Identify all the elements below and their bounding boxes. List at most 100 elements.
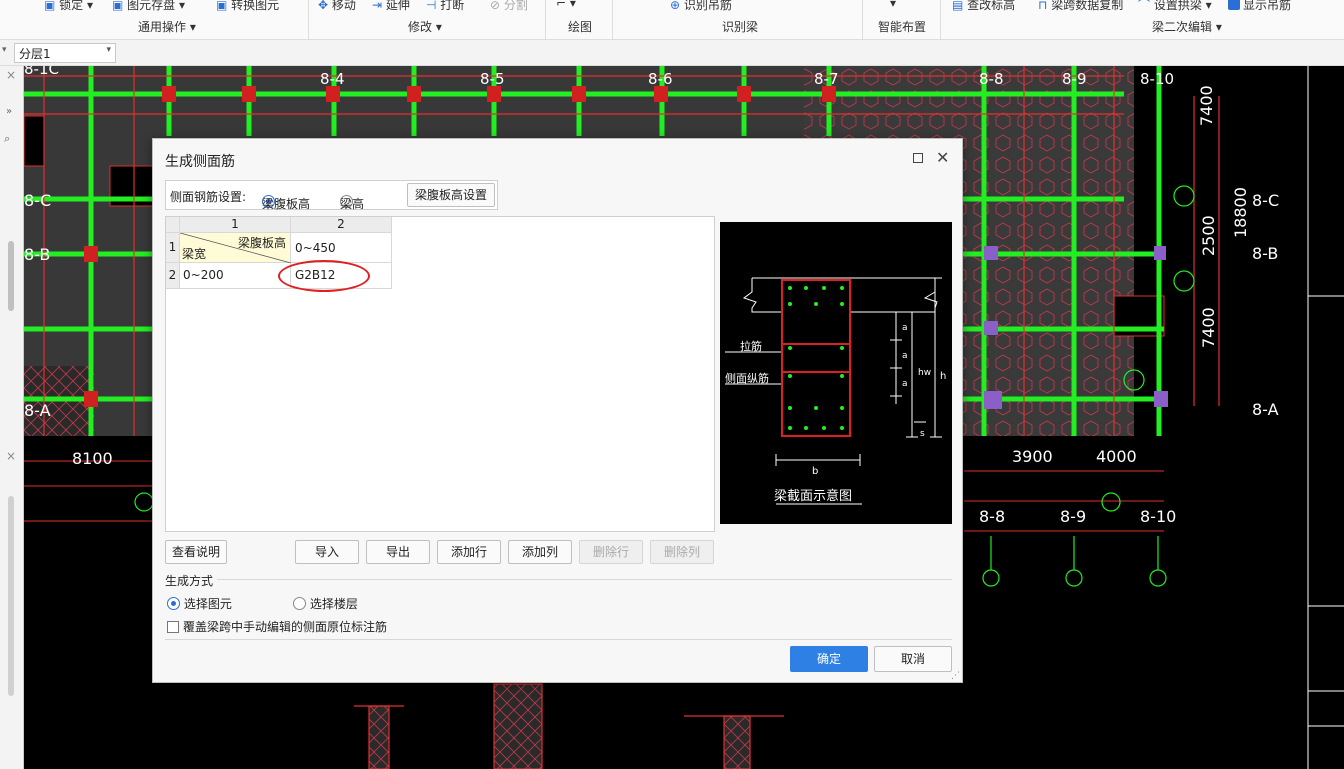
dim-s-label: s (920, 429, 925, 439)
search-icon[interactable]: ⌕ (4, 132, 10, 146)
lock-icon: ▣ (44, 0, 56, 12)
table-corner (166, 217, 180, 233)
axis-label: 8-A (1252, 400, 1279, 419)
close-icon[interactable]: ✕ (936, 148, 949, 167)
identify-hanger-button[interactable]: ⊕ 识别吊筋 (670, 0, 732, 13)
axis-label: 8-4 (320, 70, 345, 88)
axis-label: 8-8 (979, 507, 1005, 526)
dim-b-label: b (812, 466, 818, 477)
span-copy-button[interactable]: ⊓ 梁跨数据复制 (1038, 0, 1123, 13)
divider (862, 0, 863, 40)
layer-select[interactable]: 分层1 ▾ (14, 43, 116, 63)
ribbon-toolbar: ▣ 锁定 ▾ ▣ 图元存盘 ▾ ▣ 转换图元 ✥ 移动 ⇥ 延伸 ⊣ 打断 ⊘ … (0, 0, 1344, 40)
extend-button[interactable]: ⇥ 延伸 (372, 0, 410, 13)
column-header: 1 (180, 217, 291, 233)
divider (217, 579, 952, 580)
group-general[interactable]: 通用操作 ▾ (138, 18, 196, 35)
divider (545, 0, 546, 40)
group-modify[interactable]: 修改 ▾ (408, 18, 442, 35)
axis-label: 8-1C (24, 66, 59, 78)
export-button[interactable]: 导出 (366, 540, 430, 564)
axis-label: 8-9 (1060, 507, 1086, 526)
radio-selected-icon (167, 597, 180, 610)
opening (24, 115, 45, 167)
chevron-down-icon: ▾ (106, 45, 111, 55)
dialog-title: 生成侧面筋 (165, 154, 235, 170)
radio-select-element[interactable]: 选择图元 (167, 595, 232, 612)
scrollbar-thumb[interactable] (8, 241, 14, 311)
axis-label: 8-5 (480, 70, 505, 88)
save-element-button[interactable]: ▣ 图元存盘 ▾ (112, 0, 185, 13)
import-button[interactable]: 导入 (295, 540, 359, 564)
dimension-label: 4000 (1096, 447, 1137, 466)
generate-side-rebar-dialog: 生成侧面筋 ✕ 侧面钢筋设置: 梁腹板高 梁高 梁腹板高设置 1 2 1 2 梁… (152, 138, 963, 683)
break-icon: ⊣ (426, 0, 437, 12)
radio-select-floor[interactable]: 选择楼层 (293, 595, 358, 612)
axis-label: 8-8 (979, 70, 1004, 88)
table-corner-cell[interactable]: 梁腹板高 梁宽 (180, 233, 291, 263)
show-hanger-checkbox[interactable]: 显示吊筋 (1228, 0, 1291, 13)
divider (612, 0, 613, 40)
split-icon: ⊘ (490, 0, 501, 12)
axis-label: 8-C (1252, 191, 1279, 210)
lock-button[interactable]: ▣ 锁定 ▾ (44, 0, 93, 13)
scrollbar-thumb[interactable] (8, 496, 14, 696)
layer-bar: ▾ 分层1 ▾ (0, 40, 1344, 66)
dimension-label: 2500 (1199, 215, 1218, 256)
save-icon: ▣ (112, 0, 124, 12)
rebar-table: 1 2 1 2 梁腹板高 梁宽 0~450 0~200 G2B12 (165, 216, 715, 532)
copy-icon: ⊓ (1038, 0, 1048, 12)
convert-icon: ▣ (216, 0, 228, 12)
delete-column-button[interactable]: 删除列 (650, 540, 714, 564)
dimension-label: 18800 (1231, 187, 1250, 238)
row-header: 2 (166, 263, 180, 289)
axis-label: 8-B (1252, 244, 1278, 263)
arch-icon: ⌒ (1138, 0, 1151, 12)
add-row-button[interactable]: 添加行 (437, 540, 501, 564)
table-cell[interactable]: 0~200 (180, 263, 291, 289)
maximize-icon[interactable] (913, 153, 923, 163)
chevron-down-icon[interactable]: ▾ (2, 45, 7, 55)
draw-arrow-icon[interactable]: ⌐ ▾ (556, 0, 576, 10)
close-icon[interactable]: × (6, 449, 16, 463)
smart-dropdown-icon[interactable]: ▾ (890, 0, 896, 10)
cancel-button[interactable]: 取消 (874, 646, 952, 672)
checkbox-checked-icon (1228, 0, 1240, 10)
move-icon: ✥ (318, 0, 329, 12)
set-arch-beam-button[interactable]: ⌒ 设置拱梁 ▾ (1138, 0, 1212, 13)
view-help-button[interactable]: 查看说明 (165, 540, 227, 564)
axis-label: 8-10 (1140, 70, 1174, 88)
side-rebar-label: 侧面纵筋 (725, 371, 769, 385)
group-smart-layout: 智能布置 (878, 20, 927, 34)
break-button[interactable]: ⊣ 打断 (426, 0, 464, 13)
web-height-setting-button[interactable]: 梁腹板高设置 (407, 183, 495, 207)
left-panel-strip: × » ⌕ × (0, 66, 24, 769)
title-block (1307, 66, 1344, 769)
resize-grip-icon[interactable]: ⋰ (951, 671, 960, 681)
dim-a-label: a (902, 351, 908, 361)
divider (165, 639, 952, 640)
ok-button[interactable]: 确定 (790, 646, 868, 672)
expand-icon[interactable]: » (6, 106, 12, 117)
detail-sections (354, 683, 784, 769)
group-identify-beam: 识别梁 (722, 20, 759, 34)
delete-row-button[interactable]: 删除行 (579, 540, 643, 564)
convert-element-button[interactable]: ▣ 转换图元 (216, 0, 279, 13)
column-header: 2 (291, 217, 392, 233)
divider (308, 0, 309, 40)
axis-label: 8-10 (1140, 507, 1176, 526)
override-manual-checkbox[interactable]: 覆盖梁跨中手动编辑的侧面原位标注筋 (167, 618, 387, 635)
split-button[interactable]: ⊘ 分割 (490, 0, 528, 13)
dim-hw-label: hw (918, 368, 931, 378)
hatch-region (954, 66, 1054, 186)
axis-label: 8-B (24, 245, 50, 264)
table-cell[interactable]: 0~450 (291, 233, 392, 263)
generation-mode-label: 生成方式 (165, 574, 214, 588)
group-beam-edit[interactable]: 梁二次编辑 ▾ (1152, 18, 1222, 35)
add-column-button[interactable]: 添加列 (508, 540, 572, 564)
move-button[interactable]: ✥ 移动 (318, 0, 356, 13)
preview-caption: 梁截面示意图 (774, 488, 852, 504)
change-elevation-button[interactable]: ▤ 查改标高 (952, 0, 1015, 13)
close-icon[interactable]: × (6, 68, 16, 82)
axis-label: 8-9 (1062, 70, 1087, 88)
